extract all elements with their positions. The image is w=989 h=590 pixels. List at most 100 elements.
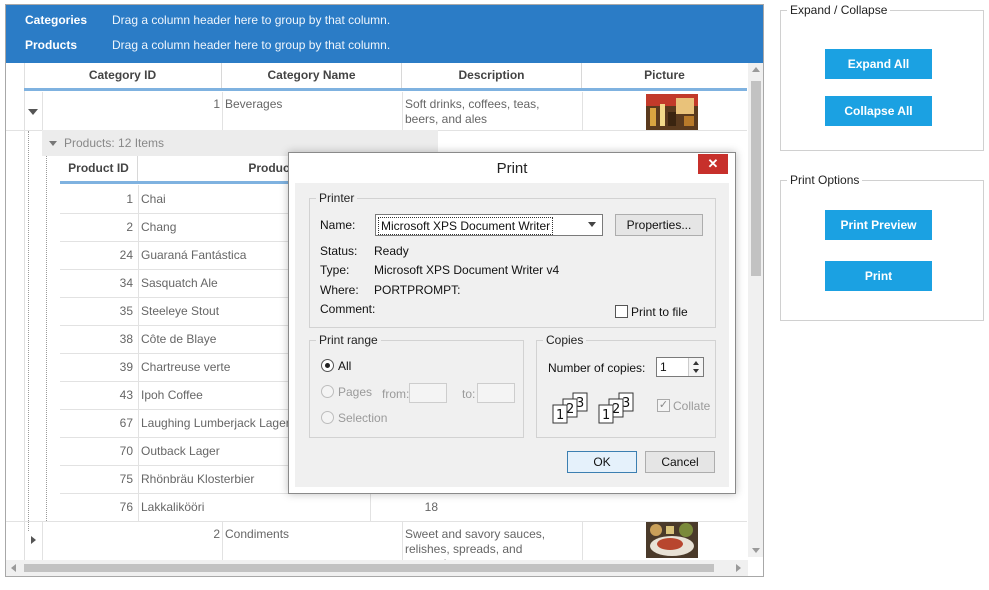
product-id-cell: 38 — [119, 332, 133, 346]
collate-illustration-icon: 3 2 1 3 2 1 — [551, 391, 641, 431]
scroll-up-icon[interactable] — [752, 67, 760, 72]
dialog-title: Print — [496, 160, 528, 177]
svg-text:1: 1 — [602, 408, 610, 423]
vertical-scrollbar[interactable] — [748, 63, 763, 557]
all-label[interactable]: All — [338, 359, 351, 373]
product-id-cell: 39 — [119, 360, 133, 374]
column-headers: Category ID Category Name Description Pi… — [24, 63, 747, 91]
column-header-picture[interactable]: Picture — [582, 63, 747, 88]
product-id-cell: 70 — [119, 444, 133, 458]
collate-label[interactable]: Collate — [673, 399, 710, 413]
number-of-copies-label: Number of copies: — [548, 361, 646, 375]
expand-collapse-legend: Expand / Collapse — [787, 3, 891, 17]
printer-name-select[interactable]: Microsoft XPS Document Writer — [375, 214, 603, 236]
product-name-cell: Chang — [141, 220, 177, 234]
group-panel-hint: Drag a column header here to group by th… — [112, 37, 391, 52]
chevron-down-icon — [588, 222, 596, 227]
column-header-category-name[interactable]: Category Name — [222, 63, 402, 88]
product-id-cell: 75 — [119, 472, 133, 486]
to-label: to: — [462, 387, 476, 401]
close-icon: ✕ — [707, 156, 719, 171]
selection-label[interactable]: Selection — [338, 411, 387, 425]
spin-down-icon[interactable] — [693, 369, 699, 373]
print-to-file-checkbox[interactable] — [615, 305, 628, 318]
hierarchy-guide — [28, 131, 29, 531]
collate-checkbox[interactable]: ✓ — [657, 399, 670, 412]
properties-button[interactable]: Properties... — [615, 214, 703, 236]
where-label: Where: — [320, 283, 359, 297]
spin-up-icon[interactable] — [693, 361, 699, 365]
column-divider — [402, 522, 403, 560]
ok-button[interactable]: OK — [567, 451, 637, 473]
close-button[interactable]: ✕ — [698, 154, 728, 174]
copies-group: Copies Number of copies: 1 3 2 1 3 2 1 ✓… — [536, 333, 716, 438]
scroll-left-icon[interactable] — [11, 564, 16, 572]
column-divider — [138, 185, 139, 521]
table-row[interactable]: 76 Lakkalikööri 18 — [60, 493, 440, 521]
product-id-cell: 2 — [126, 220, 133, 234]
print-preview-button[interactable]: Print Preview — [825, 210, 932, 240]
column-header-description[interactable]: Description — [402, 63, 582, 88]
vertical-scroll-thumb[interactable] — [751, 81, 761, 276]
printer-legend: Printer — [316, 191, 358, 205]
product-name-cell: Rhönbräu Klosterbier — [141, 472, 255, 486]
comment-label: Comment: — [320, 302, 376, 316]
from-page-input[interactable] — [409, 383, 447, 403]
category-name-cell: Condiments — [225, 527, 290, 541]
name-label: Name: — [320, 218, 356, 232]
product-name-cell: Côte de Blaye — [141, 332, 217, 346]
dialog-titlebar[interactable]: Print ✕ — [289, 153, 735, 183]
product-id-cell: 35 — [119, 304, 133, 318]
product-id-cell: 1 — [126, 192, 133, 206]
column-divider — [42, 522, 43, 560]
horizontal-scrollbar[interactable] — [6, 560, 748, 576]
selection-radio[interactable] — [321, 411, 334, 424]
table-row[interactable]: 2 Condiments Sweet and savory sauces, re… — [6, 522, 747, 571]
column-divider — [582, 522, 583, 560]
column-header-product-id[interactable]: Product ID — [60, 156, 138, 181]
print-button[interactable]: Print — [825, 261, 932, 291]
collapse-all-button[interactable]: Collapse All — [825, 96, 932, 126]
pages-radio[interactable] — [321, 385, 334, 398]
print-to-file-label[interactable]: Print to file — [631, 305, 688, 319]
printer-group: Printer Name: Microsoft XPS Document Wri… — [309, 191, 716, 328]
expand-all-button[interactable]: Expand All — [825, 49, 932, 79]
scroll-right-icon[interactable] — [736, 564, 741, 572]
table-row[interactable]: 1 Beverages Soft drinks, coffees, teas, … — [6, 92, 747, 130]
group-panel-hint: Drag a column header here to group by th… — [112, 12, 391, 27]
product-id-cell: 43 — [119, 388, 133, 402]
all-radio[interactable] — [321, 359, 334, 372]
product-name-cell: Sasquatch Ale — [141, 276, 218, 290]
svg-text:1: 1 — [556, 408, 564, 423]
print-dialog: Print ✕ Printer Name: Microsoft XPS Docu… — [288, 152, 736, 494]
copies-stepper[interactable]: 1 — [656, 357, 704, 377]
column-header-category-id[interactable]: Category ID — [24, 63, 222, 88]
expand-collapse-panel: Expand / Collapse Expand All Collapse Al… — [780, 3, 984, 151]
where-value: PORTPROMPT: — [374, 283, 461, 297]
group-panel[interactable]: Categories Drag a column header here to … — [6, 5, 763, 63]
to-page-input[interactable] — [477, 383, 515, 403]
group-panel-categories[interactable]: Categories Drag a column header here to … — [6, 7, 390, 32]
copies-value: 1 — [660, 360, 667, 374]
product-name-cell: Ipoh Coffee — [141, 388, 203, 402]
collapse-group-icon[interactable] — [49, 141, 57, 146]
product-id-cell: 67 — [119, 416, 133, 430]
products-group-label: Products: 12 Items — [64, 136, 165, 150]
horizontal-scroll-thumb[interactable] — [24, 564, 714, 572]
product-name-cell: Chartreuse verte — [141, 360, 231, 374]
group-panel-title: Products — [25, 37, 78, 52]
description-cell: Soft drinks, coffees, teas, beers, and a… — [405, 97, 540, 126]
product-name-cell: Steeleye Stout — [141, 304, 220, 318]
product-name-cell: Laughing Lumberjack Lager — [141, 416, 290, 430]
collapse-row-icon[interactable] — [28, 109, 38, 115]
column-divider — [222, 92, 223, 130]
copies-spinner[interactable] — [688, 358, 703, 376]
pages-label[interactable]: Pages — [338, 385, 372, 399]
scroll-down-icon[interactable] — [752, 548, 760, 553]
column-divider — [402, 92, 403, 130]
category-id-cell: 2 — [213, 527, 220, 541]
expand-row-icon[interactable] — [31, 536, 36, 544]
group-panel-products[interactable]: Products Drag a column header here to gr… — [6, 32, 390, 57]
product-name-cell: Chai — [141, 192, 166, 206]
cancel-button[interactable]: Cancel — [645, 451, 715, 473]
